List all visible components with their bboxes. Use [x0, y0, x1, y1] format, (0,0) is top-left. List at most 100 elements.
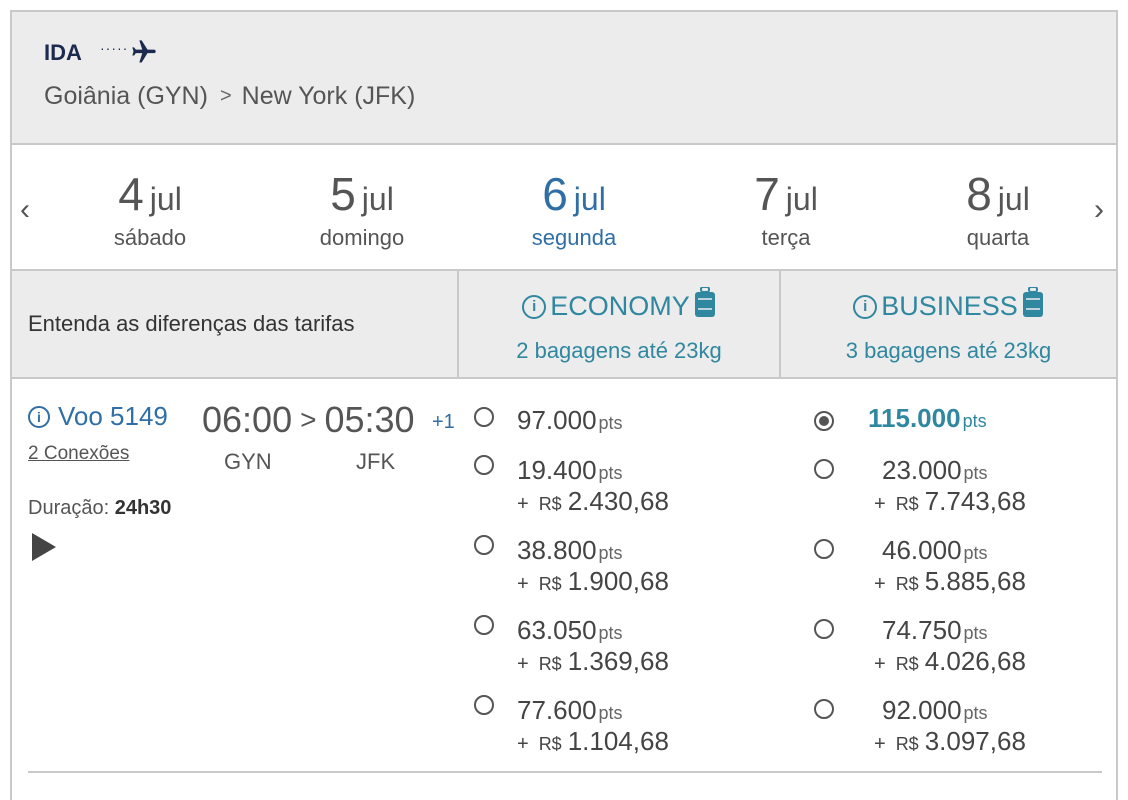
duration: Duração: 24h30 [28, 497, 171, 520]
arrival-time: 05:30 [324, 399, 415, 440]
economy-option-5: 77.600 pts + R$ 1.104,68 [517, 695, 669, 757]
day-number: 6 [542, 168, 568, 220]
fare-differences-link[interactable]: Entenda as diferenças das tarifas [28, 311, 355, 337]
luggage-icon [694, 286, 716, 326]
economy-option-radio[interactable] [474, 615, 494, 635]
pts-unit: pts [963, 623, 988, 643]
flight-selection-panel: IDA ····· Goiânia (GYN) > New York (JFK) ‹… [10, 10, 1118, 800]
money-value: 7.743,68 [924, 486, 1026, 516]
plus-sign: + [517, 493, 529, 515]
economy-option-1: 97.000 pts [517, 405, 623, 436]
economy-option-radio[interactable] [474, 407, 494, 427]
business-option-radio-selected[interactable] [814, 411, 834, 431]
pts-unit: pts [963, 463, 988, 483]
destination-city: New York (JFK) [241, 82, 416, 110]
economy-cabin: i ECONOMY 2 bagagens até 23kg [459, 286, 779, 364]
route: Goiânia (GYN) > New York (JFK) [44, 82, 415, 111]
currency: R$ [895, 654, 919, 674]
month: jul [149, 181, 182, 217]
business-name: BUSINESS [881, 291, 1018, 321]
money-value: 1.900,68 [567, 566, 669, 596]
month: jul [573, 181, 606, 217]
date-option-8-jul[interactable]: 8 jul quarta [898, 167, 1098, 251]
airplane-icon [130, 38, 158, 71]
money-value: 2.430,68 [567, 486, 669, 516]
economy-option-radio[interactable] [474, 535, 494, 555]
pts-unit: pts [963, 703, 988, 723]
chevron-left-icon[interactable]: ‹ [20, 193, 30, 227]
currency: R$ [895, 494, 919, 514]
business-option-3: 46.000 pts + R$ 5.885,68 [874, 535, 1026, 597]
pts-unit: pts [962, 411, 987, 431]
weekday: segunda [531, 225, 617, 250]
pts-unit: pts [598, 703, 623, 723]
economy-option-4: 63.050 pts + R$ 1.369,68 [517, 615, 669, 677]
points-value: 97.000 [517, 405, 597, 435]
dots-decoration: ····· [100, 40, 129, 56]
economy-name: ECONOMY [550, 291, 690, 321]
info-icon: i [28, 405, 50, 428]
pts-unit: pts [598, 543, 623, 563]
date-option-5-jul[interactable]: 5 jul domingo [262, 167, 462, 251]
business-option-radio[interactable] [814, 539, 834, 559]
business-option-1: 115.000 pts [868, 403, 987, 434]
date-option-6-jul[interactable]: 6 jul segunda [474, 167, 674, 251]
info-icon: i [853, 294, 878, 319]
departure-airport: GYN [224, 449, 272, 474]
money-value: 1.104,68 [567, 726, 669, 756]
info-icon: i [522, 294, 547, 319]
chevron-right-icon: > [219, 85, 232, 107]
flight-row: i Voo 5149 2 Conexões 06:00 >05:30 +1 GYN… [12, 379, 1116, 779]
points-value: 92.000 [882, 695, 962, 725]
weekday: domingo [319, 225, 405, 250]
chevron-right-icon: > [300, 404, 317, 435]
month: jul [997, 181, 1030, 217]
departure-time: 06:00 [202, 399, 293, 440]
business-option-radio[interactable] [814, 459, 834, 479]
connections-link[interactable]: 2 Conexões [28, 443, 129, 465]
points-value: 23.000 [882, 455, 962, 485]
chevron-right-icon[interactable]: › [1094, 193, 1104, 227]
points-value: 74.750 [882, 615, 962, 645]
business-info-button[interactable]: i BUSINESS [781, 286, 1116, 326]
plus-sign: + [874, 653, 886, 675]
money-value: 4.026,68 [924, 646, 1026, 676]
economy-option-radio[interactable] [474, 695, 494, 715]
day-number: 7 [754, 168, 780, 220]
plus-sign: + [874, 573, 886, 595]
plus-sign: + [517, 733, 529, 755]
arrival-airport: JFK [356, 449, 396, 474]
money-value: 3.097,68 [924, 726, 1026, 756]
economy-option-radio[interactable] [474, 455, 494, 475]
pts-unit: pts [598, 623, 623, 643]
pts-unit: pts [598, 413, 623, 433]
plus-sign: + [517, 653, 529, 675]
currency: R$ [538, 734, 562, 754]
trip-header: IDA ····· Goiânia (GYN) > New York (JFK) [12, 12, 1116, 145]
duration-value: 24h30 [114, 497, 172, 519]
economy-option-3: 38.800 pts + R$ 1.900,68 [517, 535, 669, 597]
date-option-7-jul[interactable]: 7 jul terça [686, 167, 886, 251]
date-option-4-jul[interactable]: 4 jul sábado [50, 167, 250, 251]
business-cabin: i BUSINESS 3 bagagens até 23kg [781, 286, 1116, 364]
business-option-radio[interactable] [814, 619, 834, 639]
weekday: sábado [113, 225, 187, 250]
duration-label: Duração: [28, 497, 110, 519]
points-value: 115.000 [868, 403, 961, 433]
money-value: 5.885,68 [924, 566, 1026, 596]
business-option-4: 74.750 pts + R$ 4.026,68 [874, 615, 1026, 677]
flight-number: Voo 5149 [58, 401, 168, 431]
business-option-5: 92.000 pts + R$ 3.097,68 [874, 695, 1026, 757]
business-option-radio[interactable] [814, 699, 834, 719]
points-value: 46.000 [882, 535, 962, 565]
day-number: 5 [330, 168, 356, 220]
play-icon[interactable] [32, 533, 56, 561]
divider [28, 771, 1102, 773]
currency: R$ [538, 654, 562, 674]
luggage-icon [1022, 286, 1044, 326]
day-number: 4 [118, 168, 144, 220]
economy-info-button[interactable]: i ECONOMY [459, 286, 779, 326]
pts-unit: pts [598, 463, 623, 483]
flight-number-link[interactable]: i Voo 5149 [28, 401, 168, 432]
weekday: quarta [966, 225, 1030, 250]
